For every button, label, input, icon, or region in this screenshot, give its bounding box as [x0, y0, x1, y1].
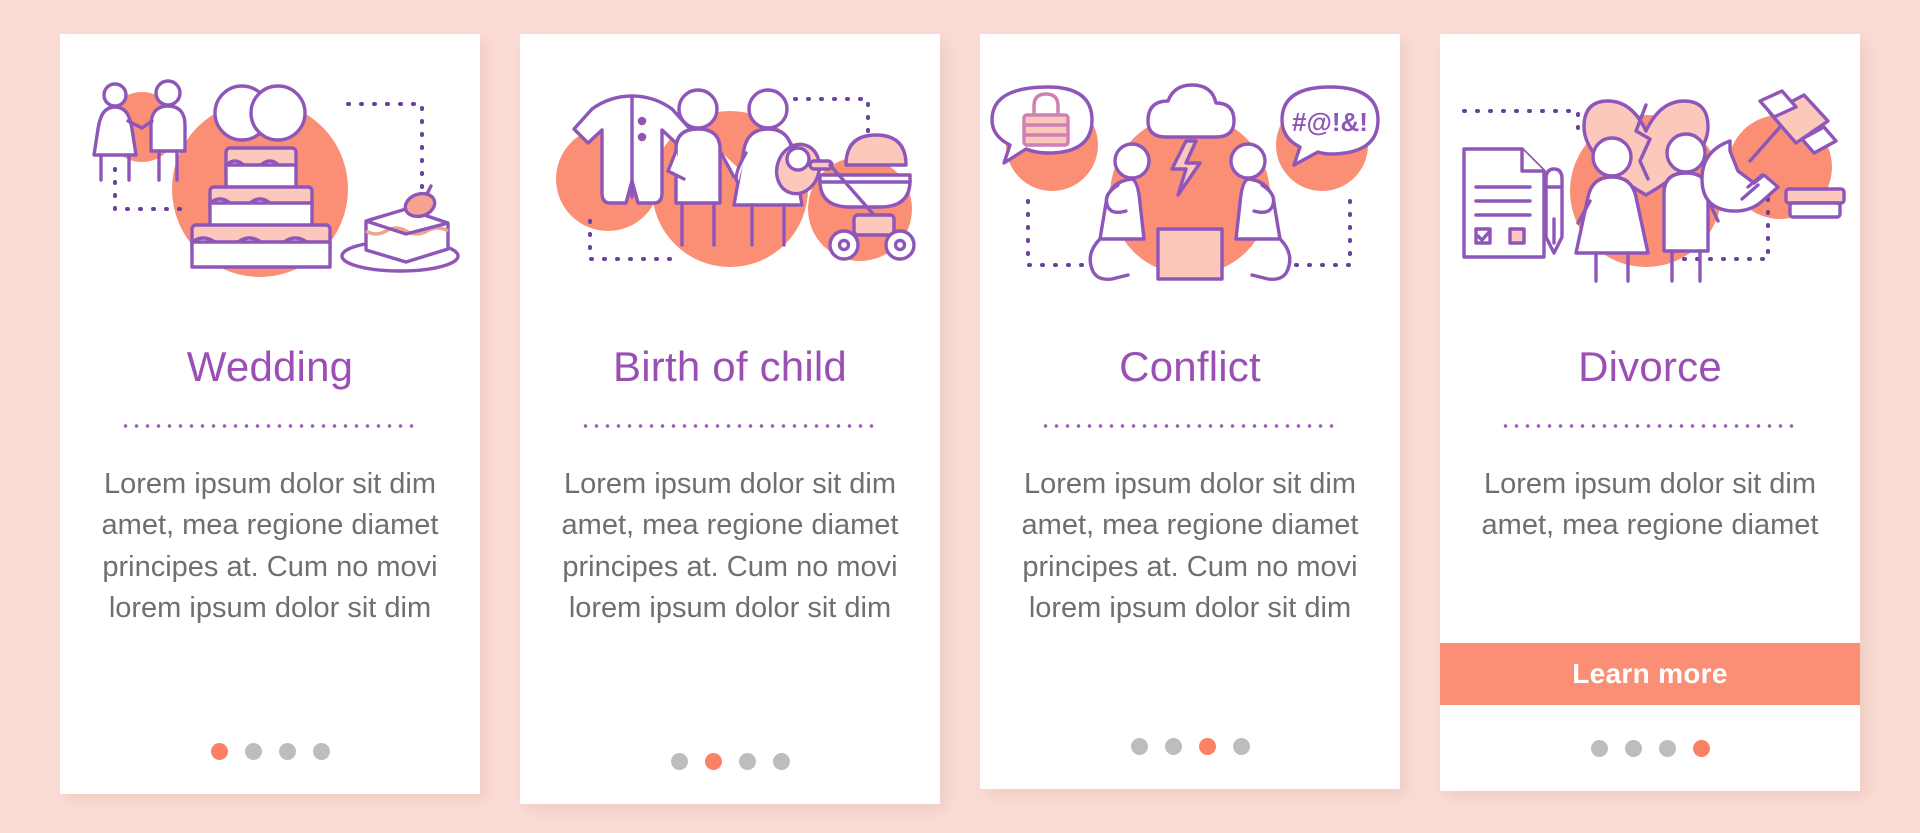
- learn-more-button[interactable]: Learn more: [1440, 643, 1860, 705]
- card-title: Wedding: [186, 343, 354, 390]
- onboarding-card-wedding[interactable]: Wedding Lorem ipsum dolor sit dim amet, …: [60, 34, 480, 794]
- swear-bubble-text: #@!&!: [1292, 107, 1368, 137]
- pagination-dot-3[interactable]: [278, 742, 296, 760]
- pagination-dot-1[interactable]: [670, 752, 688, 770]
- wedding-illustration: [60, 34, 480, 334]
- pagination-dot-2[interactable]: [1624, 739, 1642, 757]
- title-divider: [1040, 424, 1340, 429]
- title-divider: [580, 424, 880, 429]
- card-title: Divorce: [1578, 343, 1722, 390]
- pagination-dot-3[interactable]: [1198, 737, 1216, 755]
- card-title: Birth of child: [613, 343, 847, 390]
- card-body-text: Lorem ipsum dolor sit dim amet, mea regi…: [101, 468, 439, 624]
- pagination-dot-4[interactable]: [1232, 737, 1250, 755]
- pagination-dot-4[interactable]: [312, 742, 330, 760]
- onboarding-card-divorce[interactable]: Divorce Lorem ipsum dolor sit dim amet, …: [1440, 34, 1860, 791]
- pagination-dot-1[interactable]: [1130, 737, 1148, 755]
- pagination-dot-3[interactable]: [1658, 739, 1676, 757]
- card-body-text: Lorem ipsum dolor sit dim amet, mea regi…: [1481, 468, 1819, 542]
- card-title: Conflict: [1119, 343, 1261, 390]
- pagination-dot-2[interactable]: [244, 742, 262, 760]
- pagination-dot-2[interactable]: [704, 752, 722, 770]
- pagination-dots[interactable]: [670, 718, 790, 804]
- pagination-dot-3[interactable]: [738, 752, 756, 770]
- pagination-dots[interactable]: [1590, 705, 1710, 791]
- title-divider: [1500, 424, 1800, 429]
- pagination-dots[interactable]: [210, 708, 330, 794]
- pagination-dot-4[interactable]: [772, 752, 790, 770]
- title-divider: [120, 424, 420, 429]
- pagination-dot-1[interactable]: [210, 742, 228, 760]
- birth-of-child-illustration: [520, 34, 940, 334]
- pagination-dot-4[interactable]: [1692, 739, 1710, 757]
- divorce-illustration: [1440, 34, 1860, 334]
- pagination-dots[interactable]: [1130, 703, 1250, 789]
- pagination-dot-2[interactable]: [1164, 737, 1182, 755]
- pagination-dot-1[interactable]: [1590, 739, 1608, 757]
- onboarding-card-conflict[interactable]: #@!&! Conflict Lorem ipsum dolor sit dim…: [980, 34, 1400, 789]
- card-body-text: Lorem ipsum dolor sit dim amet, mea regi…: [1021, 468, 1359, 624]
- onboarding-card-birth-of-child[interactable]: Birth of child Lorem ipsum dolor sit dim…: [520, 34, 940, 804]
- onboarding-screens-container: Wedding Lorem ipsum dolor sit dim amet, …: [0, 0, 1920, 833]
- conflict-illustration: #@!&!: [980, 34, 1400, 334]
- card-body-text: Lorem ipsum dolor sit dim amet, mea regi…: [561, 468, 899, 624]
